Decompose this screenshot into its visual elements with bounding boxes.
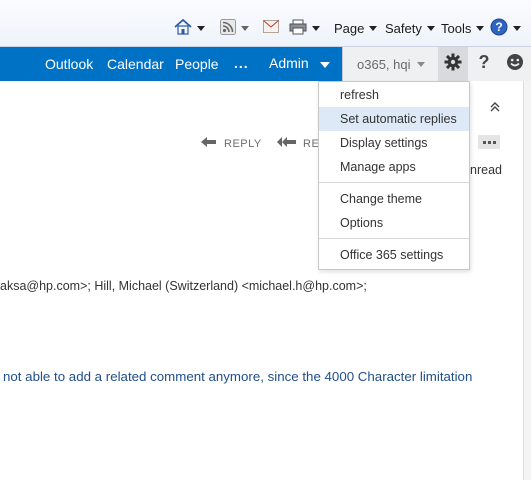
print-button[interactable] (289, 18, 320, 38)
reply-all-label: RE (303, 137, 320, 150)
safety-menu-label: Safety (385, 20, 422, 36)
home-icon (174, 18, 192, 38)
nav-calendar[interactable]: Calendar (107, 56, 164, 72)
message-body: not able to add a related comment anymor… (3, 369, 473, 384)
menu-divider (319, 238, 469, 239)
nav-admin[interactable]: Admin (269, 55, 309, 71)
browser-window: Page Safety Tools ? Outlook Calendar Peo… (0, 0, 531, 480)
help-button[interactable]: ? (490, 18, 521, 38)
menu-divider (319, 182, 469, 183)
svg-text:?: ? (479, 53, 490, 71)
svg-text:?: ? (495, 20, 502, 34)
help-icon: ? (490, 18, 508, 39)
admin-chevron-down-icon[interactable] (320, 62, 330, 68)
nav-outlook[interactable]: Outlook (45, 56, 93, 72)
feedback-button[interactable] (500, 47, 530, 81)
settings-dropdown-menu: refresh Set automatic replies Display se… (318, 81, 470, 270)
header-right-icons: ? (438, 47, 531, 81)
page-menu[interactable]: Page (334, 18, 378, 38)
collapse-chevron-icon[interactable] (490, 100, 500, 118)
printer-icon (289, 19, 307, 38)
menu-item-office-365-settings[interactable]: Office 365 settings (319, 243, 469, 267)
user-name: o365, hqi (357, 57, 411, 72)
reply-label: REPLY (224, 137, 262, 150)
reply-all-arrow-icon (276, 136, 298, 151)
smiley-icon (506, 53, 524, 76)
nav-people[interactable]: People (175, 56, 219, 72)
recipients-line: aksa@hp.com>; Hill, Michael (Switzerland… (0, 279, 367, 293)
read-mail-button[interactable] (263, 18, 279, 38)
home-button[interactable] (174, 18, 205, 38)
ie-command-bar: Page Safety Tools ? (0, 0, 531, 47)
page-menu-label: Page (334, 20, 365, 36)
user-menu-button[interactable]: o365, hqi (342, 47, 438, 81)
scrollbar[interactable] (523, 81, 531, 480)
menu-item-options[interactable]: Options (319, 211, 469, 235)
reply-button[interactable]: REPLY (200, 136, 262, 151)
mark-unread-label[interactable]: nread (470, 163, 502, 177)
settings-button[interactable] (438, 47, 468, 81)
feeds-button[interactable] (220, 18, 249, 38)
gear-icon (444, 53, 462, 76)
help-question-button[interactable]: ? (469, 47, 499, 81)
reply-arrow-icon (200, 136, 218, 151)
more-actions-button[interactable] (478, 135, 500, 149)
tools-menu[interactable]: Tools (441, 18, 485, 38)
rss-feed-icon (220, 18, 236, 38)
safety-menu[interactable]: Safety (385, 18, 435, 38)
user-chevron-down-icon (417, 62, 425, 67)
question-mark-icon: ? (477, 52, 491, 76)
menu-item-change-theme[interactable]: Change theme (319, 187, 469, 211)
menu-item-manage-apps[interactable]: Manage apps (319, 155, 469, 179)
reply-all-button[interactable]: RE (276, 136, 319, 151)
menu-item-display-settings[interactable]: Display settings (319, 131, 469, 155)
nav-more-button[interactable]: ... (234, 55, 249, 71)
menu-item-refresh[interactable]: refresh (319, 83, 469, 107)
read-mail-icon (263, 20, 279, 36)
tools-menu-label: Tools (441, 20, 472, 36)
menu-item-set-automatic-replies[interactable]: Set automatic replies (319, 107, 469, 131)
